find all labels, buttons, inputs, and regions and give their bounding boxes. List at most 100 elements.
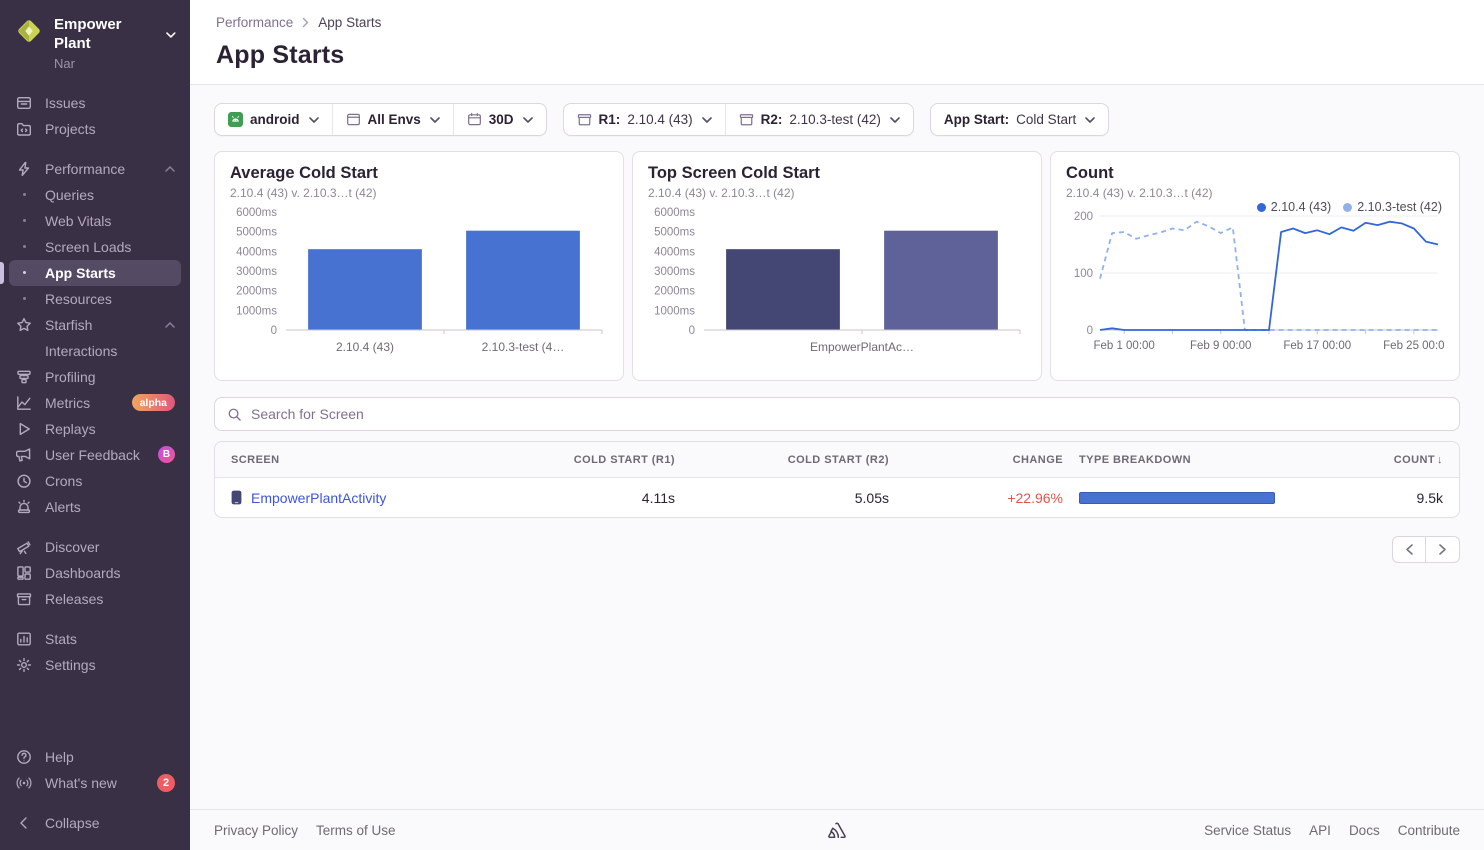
breadcrumb-app-starts: App Starts <box>318 15 381 30</box>
change-value: +22.96% <box>889 490 1063 506</box>
sidebar-item-dashboards[interactable]: Dashboards <box>9 560 181 586</box>
sidebar-item-stats[interactable]: Stats <box>9 626 181 652</box>
col-screen[interactable]: SCREEN <box>231 454 561 466</box>
svg-text:1000ms: 1000ms <box>236 305 277 317</box>
breadcrumb-performance[interactable]: Performance <box>216 15 293 30</box>
service-status-link[interactable]: Service Status <box>1204 823 1291 838</box>
sidebar-item-whats-new[interactable]: What's new 2 <box>9 770 181 796</box>
screen-link[interactable]: EmpowerPlantActivity <box>251 490 386 506</box>
sidebar-item-profiling[interactable]: Profiling <box>9 364 181 390</box>
sidebar-item-discover[interactable]: Discover <box>9 534 181 560</box>
privacy-policy-link[interactable]: Privacy Policy <box>214 823 298 838</box>
app-start-type-filter[interactable]: App Start: Cold Start <box>931 104 1108 135</box>
screen-search[interactable] <box>214 397 1460 431</box>
help-icon <box>15 749 33 765</box>
terms-of-use-link[interactable]: Terms of Use <box>316 823 396 838</box>
sidebar-item-starfish[interactable]: Starfish <box>9 312 181 338</box>
environment-filter[interactable]: All Envs <box>332 104 453 135</box>
org-switcher[interactable]: Empower Plant Nar <box>0 12 190 90</box>
page-filter-group: android All Envs 30D <box>214 103 547 136</box>
svg-text:100: 100 <box>1074 268 1093 280</box>
sidebar-item-crons[interactable]: Crons <box>9 468 181 494</box>
metrics-icon <box>15 395 33 411</box>
svg-text:Feb 9 00:00: Feb 9 00:00 <box>1190 340 1251 352</box>
cold-start-r2-value: 5.05s <box>675 490 889 506</box>
projects-icon <box>15 121 33 137</box>
issues-icon <box>15 95 33 111</box>
svg-text:6000ms: 6000ms <box>654 207 695 219</box>
cold-start-r1-value: 4.11s <box>561 490 675 506</box>
col-count[interactable]: COUNT↓ <box>1311 454 1443 466</box>
average-cold-start-card: Average Cold Start 2.10.4 (43) v. 2.10.3… <box>214 151 624 381</box>
sidebar-item-releases[interactable]: Releases <box>9 586 181 612</box>
chart-title: Count <box>1066 164 1444 183</box>
project-filter[interactable]: android <box>215 104 332 135</box>
chevron-right-icon <box>1438 544 1447 555</box>
sidebar-item-user-feedback[interactable]: User Feedback B <box>9 442 181 468</box>
siren-icon <box>15 499 33 515</box>
sidebar-item-interactions[interactable]: Interactions <box>9 338 181 364</box>
sidebar-item-settings[interactable]: Settings <box>9 652 181 678</box>
svg-text:0: 0 <box>1087 325 1093 337</box>
sidebar-item-help[interactable]: Help <box>9 744 181 770</box>
col-cold-start-r1[interactable]: COLD START (R1) <box>561 454 675 466</box>
sidebar-item-web-vitals[interactable]: Web Vitals <box>9 208 181 234</box>
release1-filter[interactable]: R1: 2.10.4 (43) <box>564 104 725 135</box>
play-icon <box>15 421 33 437</box>
col-change[interactable]: CHANGE <box>889 454 1063 466</box>
svg-text:200: 200 <box>1074 211 1093 223</box>
api-link[interactable]: API <box>1309 823 1331 838</box>
date-range-filter[interactable]: 30D <box>453 104 546 135</box>
search-input[interactable] <box>251 406 1447 422</box>
svg-text:0: 0 <box>271 325 277 337</box>
sidebar-item-projects[interactable]: Projects <box>9 116 181 142</box>
chevron-down-icon <box>309 117 319 123</box>
breadcrumb: Performance App Starts <box>216 15 1458 30</box>
col-cold-start-r2[interactable]: COLD START (R2) <box>675 454 889 466</box>
sidebar-item-performance[interactable]: Performance <box>9 156 181 182</box>
chart-title: Top Screen Cold Start <box>648 164 1026 183</box>
svg-text:5000ms: 5000ms <box>654 227 695 239</box>
chevron-down-icon <box>523 117 533 123</box>
sidebar-item-issues[interactable]: Issues <box>9 90 181 116</box>
sidebar-item-queries[interactable]: Queries <box>9 182 181 208</box>
chart-subtitle: 2.10.4 (43) v. 2.10.3…t (42) <box>648 186 1026 200</box>
svg-text:3000ms: 3000ms <box>654 266 695 278</box>
footer: Privacy Policy Terms of Use Service Stat… <box>190 809 1484 850</box>
docs-link[interactable]: Docs <box>1349 823 1380 838</box>
svg-text:2.10.4 (43): 2.10.4 (43) <box>336 340 394 354</box>
sidebar-item-screen-loads[interactable]: Screen Loads <box>9 234 181 260</box>
svg-text:2.10.3-test (4…: 2.10.3-test (4… <box>482 340 565 354</box>
chart-subtitle: 2.10.4 (43) v. 2.10.3…t (42) <box>1066 186 1444 200</box>
sidebar-item-replays[interactable]: Replays <box>9 416 181 442</box>
sidebar-item-alerts[interactable]: Alerts <box>9 494 181 520</box>
table-row: EmpowerPlantActivity 4.11s 5.05s +22.96%… <box>215 478 1459 517</box>
stats-icon <box>15 631 33 647</box>
previous-page-button[interactable] <box>1392 536 1426 563</box>
sidebar-item-metrics[interactable]: Metrics alpha <box>9 390 181 416</box>
type-breakdown-bar[interactable] <box>1079 492 1275 504</box>
sentry-logo-icon <box>827 821 848 840</box>
sidebar-item-resources[interactable]: Resources <box>9 286 181 312</box>
svg-text:Feb 17 00:00: Feb 17 00:00 <box>1283 340 1351 352</box>
chevron-down-icon <box>166 32 176 38</box>
contribute-link[interactable]: Contribute <box>1398 823 1460 838</box>
svg-text:Feb 1 00:00: Feb 1 00:00 <box>1093 340 1154 352</box>
top-screen-cold-start-chart: 01000ms2000ms3000ms4000ms5000ms6000msEmp… <box>648 202 1026 374</box>
sidebar-collapse-button[interactable]: Collapse <box>9 810 181 836</box>
clock-icon <box>15 473 33 489</box>
next-page-button[interactable] <box>1426 536 1460 563</box>
page-title: App Starts <box>216 41 1458 70</box>
sidebar-item-app-starts[interactable]: App Starts <box>9 260 181 286</box>
window-icon <box>346 112 361 127</box>
chevron-left-icon <box>15 815 33 831</box>
svg-text:5000ms: 5000ms <box>236 227 277 239</box>
chevron-down-icon <box>702 117 712 123</box>
org-logo-icon <box>14 16 44 51</box>
svg-text:4000ms: 4000ms <box>236 246 277 258</box>
chart-title: Average Cold Start <box>230 164 608 183</box>
svg-text:1000ms: 1000ms <box>654 305 695 317</box>
chevron-down-icon <box>890 117 900 123</box>
release2-filter[interactable]: R2: 2.10.3-test (42) <box>725 104 913 135</box>
col-type-breakdown[interactable]: TYPE BREAKDOWN <box>1063 454 1311 466</box>
